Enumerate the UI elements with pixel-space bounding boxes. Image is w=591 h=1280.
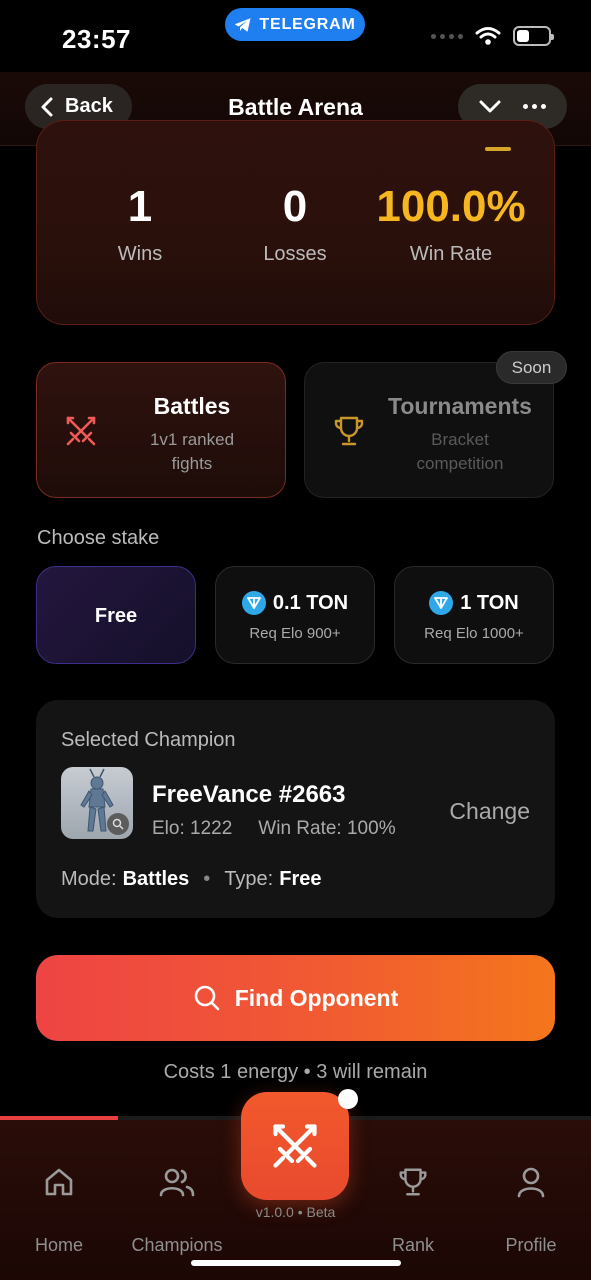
change-champion-button[interactable]: Change [449,798,530,825]
mode-battles-title: Battles [153,393,231,419]
status-indicators [431,26,554,46]
nav-label: Home [34,1235,83,1255]
version-label: v1.0.0 • Beta [255,1204,336,1220]
home-icon [45,1168,73,1196]
champion-elo: Elo: 1222 [152,818,233,839]
status-time: 23:57 [62,24,131,54]
champion-stats: Elo: 1222 Win Rate: 100% [152,818,396,840]
energy-cost-text: Costs 1 energy • 3 will remain [163,1061,428,1083]
telegram-badge: TELEGRAM [225,8,365,41]
zoom-icon [107,813,129,835]
ton-icon [429,591,454,615]
chevron-down-icon[interactable] [479,100,501,114]
separator-dot: • [203,868,211,890]
nav-label: Profile [505,1235,557,1255]
ton-icon [241,591,266,615]
home-indicator [191,1260,401,1266]
find-opponent-button[interactable]: Find Opponent [36,955,555,1041]
stake-option-1-ton[interactable]: 1 TON Req Elo 1000+ [394,566,554,664]
telegram-icon [235,17,251,32]
user-icon [517,1167,545,1198]
mode-battles-card[interactable]: Battles 1v1 ranked fights [36,362,286,498]
mode-battles-subtitle: 1v1 ranked fights [149,430,235,473]
swords-icon [66,416,96,446]
champion-win-rate: Win Rate: 100% [258,818,396,839]
battery-icon [513,26,554,46]
type-value: Free [279,868,322,890]
stat-wins: 1 Wins [55,185,225,266]
type-label: Type: [224,868,274,890]
losses-label: Losses [263,243,327,265]
mode-type-line: Mode: Battles • Type: Free [61,868,321,891]
mode-tournaments-title: Tournaments [388,393,532,419]
stake-free-option[interactable]: Free [36,566,196,664]
mode-value: Battles [122,868,190,890]
stat-losses: 0 Losses [210,185,380,266]
stake-requirement: Req Elo 900+ [249,625,341,642]
wifi-icon [475,27,501,45]
swords-icon [273,1124,317,1168]
nav-label: Champions [131,1235,223,1255]
selected-champion-card: Selected Champion FreeVance #2663 Elo: 1… [36,700,555,918]
stake-free-label: Free [94,605,138,627]
win-rate-label: Win Rate [409,243,493,265]
stake-option-0-1-ton[interactable]: 0.1 TON Req Elo 900+ [215,566,375,664]
losses-value: 0 [282,182,308,231]
notification-dot [338,1089,358,1109]
trophy-icon [399,1168,427,1196]
wins-label: Wins [117,243,163,265]
nav-label: Rank [391,1235,435,1255]
status-bar: 23:57 TELEGRAM [0,0,591,72]
find-opponent-label: Find Opponent [234,984,399,1011]
selected-champion-heading: Selected Champion [61,729,236,751]
stake-requirement: Req Elo 1000+ [424,625,524,642]
stats-card: 1 Wins 0 Losses 100.0% Win Rate [36,120,555,325]
champion-avatar[interactable] [61,767,133,839]
telegram-badge-label: TELEGRAM [259,15,356,33]
trophy-icon [485,147,511,151]
signal-icon [431,33,463,39]
soon-badge: Soon [496,351,567,384]
mode-label: Mode: [61,868,117,890]
more-icon[interactable] [523,104,546,109]
stake-heading: Choose stake [37,527,160,549]
win-rate-value: 100.0% [376,182,526,231]
stake-amount: 1 TON [460,591,519,614]
stat-win-rate: 100.0% Win Rate [366,185,536,266]
mode-tournaments-subtitle: Bracket competition [416,430,504,473]
nav-battle-button[interactable] [241,1092,349,1200]
trophy-icon [334,416,364,446]
champion-name: FreeVance #2663 [152,781,346,808]
wins-value: 1 [127,182,153,231]
search-icon [194,985,220,1011]
users-icon [159,1168,195,1197]
stake-amount: 0.1 TON [272,591,349,614]
